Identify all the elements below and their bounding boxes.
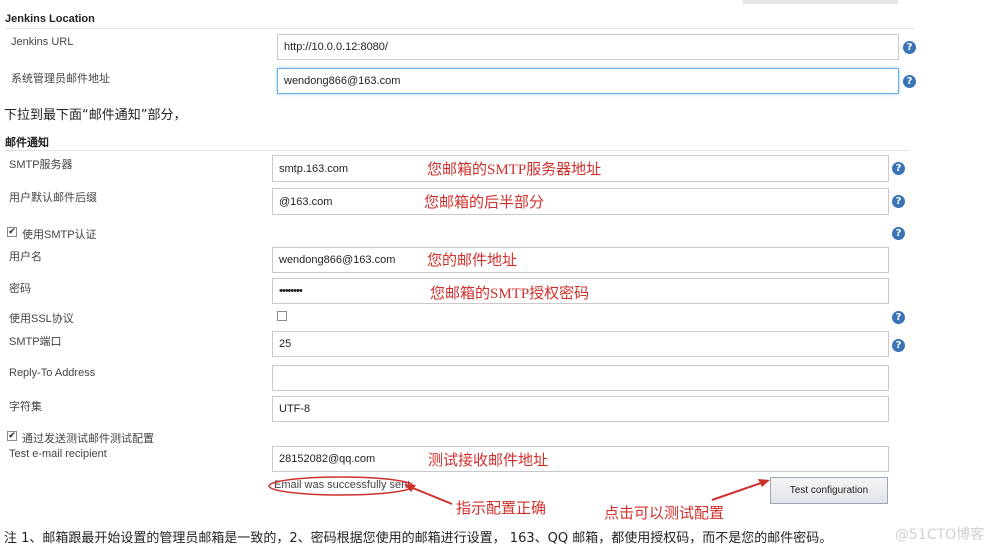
username-label: 用户名 bbox=[9, 251, 42, 263]
annotation-smtp-server: 您邮箱的SMTP服务器地址 bbox=[427, 162, 602, 178]
help-icon[interactable]: ? bbox=[892, 195, 905, 208]
help-icon[interactable]: ? bbox=[903, 75, 916, 88]
watermark: @51CTO博客 bbox=[895, 527, 985, 543]
section-divider bbox=[5, 28, 915, 29]
default-suffix-label: 用户默认邮件后缀 bbox=[9, 192, 97, 204]
help-icon[interactable]: ? bbox=[903, 41, 916, 54]
charset-label: 字符集 bbox=[9, 401, 42, 413]
admin-email-label: 系统管理员邮件地址 bbox=[11, 73, 110, 85]
help-icon[interactable]: ? bbox=[892, 339, 905, 352]
annotation-test-button: 点击可以测试配置 bbox=[604, 506, 725, 522]
default-suffix-input[interactable]: @163.com bbox=[272, 188, 889, 215]
use-ssl-checkbox[interactable] bbox=[277, 311, 287, 321]
annotation-suffix: 您邮箱的后半部分 bbox=[424, 195, 545, 211]
smtp-server-label: SMTP服务器 bbox=[9, 159, 73, 171]
section-divider bbox=[5, 150, 910, 151]
admin-email-input[interactable]: wendong866@163.com bbox=[277, 68, 899, 94]
use-ssl-label: 使用SSL协议 bbox=[9, 313, 74, 325]
test-recipient-label: Test e-mail recipient bbox=[9, 448, 107, 460]
success-highlight-ellipse bbox=[268, 476, 414, 496]
annotation-recipient: 测试接收邮件地址 bbox=[428, 453, 549, 469]
test-recipient-input[interactable]: 28152082@qq.com bbox=[272, 446, 889, 472]
test-configuration-button[interactable]: Test configuration bbox=[770, 477, 888, 504]
jenkins-url-label: Jenkins URL bbox=[11, 36, 74, 48]
password-label: 密码 bbox=[9, 283, 31, 295]
help-icon[interactable]: ? bbox=[892, 227, 905, 240]
annotation-password: 您邮箱的SMTP授权密码 bbox=[430, 286, 590, 302]
reply-to-input[interactable] bbox=[272, 365, 889, 391]
smtp-port-input[interactable]: 25 bbox=[272, 331, 889, 357]
jenkins-url-input[interactable]: http://10.0.0.12:8080/ bbox=[277, 34, 899, 60]
help-icon[interactable]: ? bbox=[892, 162, 905, 175]
charset-input[interactable]: UTF-8 bbox=[272, 396, 889, 422]
jenkins-location-title: Jenkins Location bbox=[5, 13, 95, 25]
reply-to-label: Reply-To Address bbox=[9, 367, 96, 379]
annotation-username: 您的邮件地址 bbox=[427, 253, 518, 269]
username-input[interactable]: wendong866@163.com bbox=[272, 247, 889, 273]
help-icon[interactable]: ? bbox=[892, 311, 905, 324]
smtp-port-label: SMTP端口 bbox=[9, 336, 62, 348]
test-send-label: 通过发送测试邮件测试配置 bbox=[22, 433, 154, 445]
annotation-success: 指示配置正确 bbox=[456, 501, 547, 517]
instruction-text: 下拉到最下面“邮件通知”部分， bbox=[4, 108, 187, 123]
smtp-auth-label: 使用SMTP认证 bbox=[22, 229, 97, 241]
arrow-to-success bbox=[404, 484, 453, 505]
test-send-checkbox[interactable]: ✔ bbox=[7, 431, 17, 441]
smtp-auth-checkbox[interactable]: ✔ bbox=[7, 227, 17, 237]
top-toolbar-strip bbox=[743, 0, 898, 4]
email-notification-title: 邮件通知 bbox=[5, 137, 49, 149]
footer-note: 注 1、邮箱跟最开始设置的管理员邮箱是一致的，2、密码根据您使用的邮箱进行设置，… bbox=[4, 531, 833, 546]
